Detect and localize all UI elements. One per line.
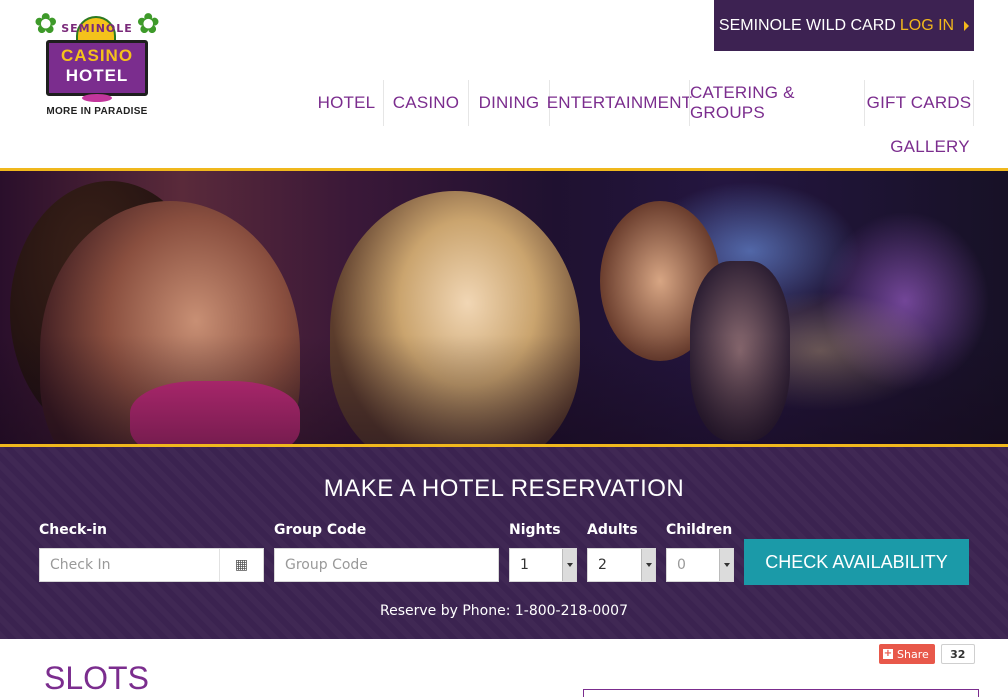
chevron-down-icon[interactable]: [719, 549, 733, 581]
hotel-reservation-panel: MAKE A HOTEL RESERVATION Check-in Check …: [0, 447, 1008, 639]
chevron-down-icon[interactable]: [562, 549, 576, 581]
share-label: Share: [897, 647, 929, 661]
share-count: 32: [940, 644, 975, 664]
nav-item-catering-groups[interactable]: CATERING & GROUPS: [689, 80, 864, 126]
nav-item-gift-cards[interactable]: GIFT CARDS: [864, 80, 974, 126]
checkin-field[interactable]: Check In ▦: [39, 548, 264, 582]
plus-icon: +: [883, 648, 893, 659]
calendar-icon[interactable]: ▦: [219, 549, 263, 581]
page-title: SLOTS: [44, 660, 149, 696]
share-button[interactable]: + Share: [879, 644, 935, 664]
children-label: Children: [666, 522, 733, 538]
logo-hotel-text: HOTEL: [65, 66, 129, 85]
adults-select[interactable]: 2: [587, 548, 656, 582]
share-widget: + Share 32: [879, 644, 975, 664]
wild-card-label: SEMINOLE WILD CARD: [718, 16, 896, 34]
nights-select[interactable]: 1: [509, 548, 577, 582]
site-logo[interactable]: ✿ ✿ SEMINOLE CASINO HOTEL MORE IN PARADI…: [34, 10, 160, 122]
group-code-field[interactable]: Group Code: [274, 548, 499, 582]
adults-label: Adults: [587, 522, 638, 538]
nights-label: Nights: [509, 522, 561, 538]
nav-item-gallery[interactable]: GALLERY: [886, 124, 974, 170]
reservation-title: MAKE A HOTEL RESERVATION: [323, 475, 685, 502]
nights-value: 1: [520, 557, 529, 573]
caret-right-icon: [964, 20, 970, 31]
children-value: 0: [677, 557, 686, 573]
sidebar-box: [583, 689, 979, 697]
hero-image: [0, 171, 1008, 444]
nav-item-entertainment[interactable]: ENTERTAINMENT: [547, 80, 692, 126]
logo-tagline: MORE IN PARADISE: [46, 106, 148, 117]
nav-item-casino[interactable]: CASINO: [383, 80, 468, 126]
logo-casino-text: CASINO: [60, 46, 134, 65]
children-select[interactable]: 0: [666, 548, 734, 582]
check-availability-button[interactable]: CHECK AVAILABILITY: [744, 539, 969, 585]
adults-value: 2: [598, 557, 607, 573]
site-header: ✿ ✿ SEMINOLE CASINO HOTEL MORE IN PARADI…: [0, 0, 1008, 170]
group-code-placeholder: Group Code: [285, 557, 368, 573]
logo-top-text: SEMINOLE: [61, 22, 133, 35]
checkin-placeholder: Check In: [50, 557, 111, 573]
login-link[interactable]: LOG IN: [900, 17, 954, 35]
logo-ring: [82, 94, 112, 102]
chevron-down-icon[interactable]: [641, 549, 655, 581]
group-code-label: Group Code: [274, 522, 367, 538]
wild-card-login-button[interactable]: SEMINOLE WILD CARD LOG IN: [714, 0, 974, 51]
nav-item-hotel[interactable]: HOTEL: [310, 80, 383, 126]
checkin-label: Check-in: [39, 522, 107, 538]
page: ✿ ✿ SEMINOLE CASINO HOTEL MORE IN PARADI…: [0, 0, 1008, 697]
nav-item-dining[interactable]: DINING: [468, 80, 549, 126]
reserve-by-phone[interactable]: Reserve by Phone: 1-800-218-0007: [0, 603, 1008, 619]
